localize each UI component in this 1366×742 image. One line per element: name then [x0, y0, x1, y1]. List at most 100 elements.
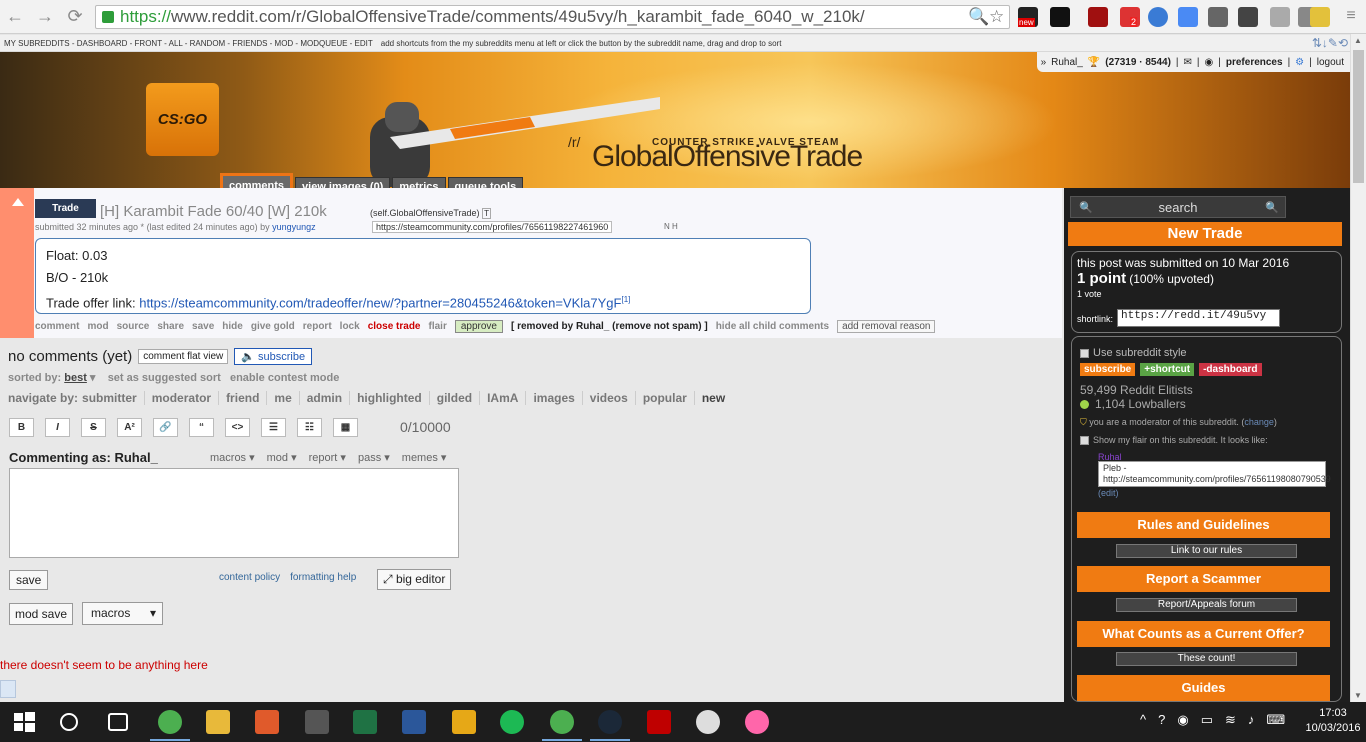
show-flair-checkbox[interactable] — [1080, 436, 1089, 446]
domain-text[interactable]: (self.GlobalOffensiveTrade) — [370, 208, 480, 218]
keyboard-icon[interactable]: ⌨ — [1266, 712, 1285, 728]
upvote-icon[interactable] — [12, 198, 24, 206]
nav-popular[interactable]: popular — [634, 391, 694, 405]
nav-friend[interactable]: friend — [218, 391, 266, 405]
give-gold-button[interactable]: give gold — [251, 321, 295, 332]
nav-me[interactable]: me — [266, 391, 298, 405]
subscribe-button[interactable]: subscribe — [1080, 363, 1136, 376]
nav-submitter[interactable]: submitter — [78, 391, 144, 405]
source-button[interactable]: source — [117, 321, 150, 332]
nav-videos[interactable]: videos — [581, 391, 635, 405]
formatting-help-link[interactable]: formatting help — [290, 572, 356, 583]
share-button[interactable]: share — [157, 321, 184, 332]
nav-highlighted[interactable]: highlighted — [349, 391, 429, 405]
pass-menu[interactable]: pass ▾ — [358, 451, 390, 464]
csgo-logo[interactable]: CS:GO — [146, 83, 219, 156]
calculator-icon[interactable] — [305, 710, 329, 734]
extension-yellow-icon[interactable] — [1310, 7, 1330, 27]
close-trade-button[interactable]: close trade — [368, 321, 421, 332]
forward-icon[interactable]: → — [34, 5, 56, 27]
chrome-icon[interactable] — [150, 710, 190, 741]
report-scammer-heading[interactable]: Report a Scammer — [1077, 566, 1330, 592]
use-style-row[interactable]: Use subreddit style — [1080, 347, 1187, 359]
word-icon[interactable] — [402, 710, 426, 734]
save-post-button[interactable]: save — [192, 321, 214, 332]
tab-queue-tools[interactable]: queue tools — [447, 177, 524, 188]
nav-gilded[interactable]: gilded — [428, 391, 479, 405]
numbered-list-button[interactable]: ☷ — [297, 418, 322, 437]
extension-glasses-icon[interactable] — [1050, 7, 1070, 27]
shortlink-field[interactable]: https://redd.it/49u5vy — [1117, 309, 1280, 327]
tab-comments[interactable]: comments — [220, 173, 294, 188]
mod-menu[interactable]: mod ▾ — [267, 451, 297, 464]
logout-link[interactable]: logout — [1317, 57, 1344, 68]
use-style-checkbox[interactable] — [1080, 348, 1089, 358]
change-link[interactable]: change — [1244, 417, 1274, 427]
ublock-icon[interactable] — [1088, 7, 1108, 27]
nav-iama[interactable]: IAmA — [479, 391, 525, 405]
expand-icon[interactable]: » — [1041, 57, 1047, 68]
comment-flat-view-button[interactable]: comment flat view — [138, 349, 229, 364]
approve-button[interactable]: approve — [454, 320, 503, 333]
italic-button[interactable]: I — [45, 418, 70, 437]
globe-icon[interactable] — [1148, 7, 1168, 27]
reload-icon[interactable]: ⟳ — [64, 5, 86, 27]
dashboard-button[interactable]: -dashboard — [1199, 363, 1262, 376]
macros-select[interactable]: macros ▾ — [82, 602, 163, 625]
shortcut-button[interactable]: +shortcut — [1140, 363, 1195, 376]
these-count-link[interactable]: These count! — [1116, 652, 1297, 666]
preferences-link[interactable]: preferences — [1226, 57, 1283, 68]
big-editor-button[interactable]: ⤢ big editor — [377, 569, 452, 590]
filezilla-icon[interactable] — [647, 710, 671, 734]
task-view-icon[interactable] — [108, 713, 128, 731]
subscribe-comments-button[interactable]: 🔈 subscribe — [234, 348, 313, 365]
menu-icon[interactable]: ≡ — [1340, 5, 1362, 27]
mod-save-button[interactable]: mod save — [9, 603, 74, 625]
mod-mail-icon[interactable]: ◉ — [1205, 57, 1214, 68]
set-suggested-sort-button[interactable]: set as suggested sort — [108, 372, 221, 384]
spotify-icon[interactable] — [500, 710, 524, 734]
new-trade-button[interactable]: New Trade — [1068, 222, 1342, 246]
extension-copy-icon[interactable] — [1270, 7, 1290, 27]
superscript-button[interactable]: A² — [117, 418, 142, 437]
help-icon[interactable]: ? — [1158, 712, 1165, 728]
srbar-tools[interactable]: ⇅↓✎⟲ — [1312, 36, 1348, 50]
bookmark-star-icon[interactable]: ☆ — [989, 7, 1004, 27]
bullet-list-button[interactable]: ☰ — [261, 418, 286, 437]
tag-icon[interactable]: T — [482, 208, 491, 219]
flair-button[interactable]: flair — [429, 321, 447, 332]
username-link[interactable]: Ruhal_ — [1051, 57, 1083, 68]
page-scrollbar[interactable]: ▲ ▼ — [1350, 34, 1366, 702]
nav-new[interactable]: new — [693, 391, 732, 405]
tag-buttons[interactable]: N H — [664, 222, 678, 231]
mod-button[interactable]: mod — [87, 321, 108, 332]
report-appeals-link[interactable]: Report/Appeals forum — [1116, 598, 1297, 612]
lock-button[interactable]: lock — [340, 321, 360, 332]
nav-images[interactable]: images — [525, 391, 581, 405]
play-icon[interactable] — [0, 680, 16, 698]
search-input[interactable]: 🔍 search 🔍 — [1070, 196, 1286, 218]
author-link[interactable]: yungyungz — [272, 222, 316, 232]
system-clock[interactable]: 17:03 10/03/2016 — [1300, 706, 1366, 736]
subreddit-shortcuts[interactable]: MY SUBREDDITS - DASHBOARD - FRONT - ALL … — [4, 39, 373, 48]
chrome-profile-icon[interactable] — [542, 710, 582, 741]
strike-button[interactable]: S — [81, 418, 106, 437]
macros-menu[interactable]: macros ▾ — [210, 451, 255, 464]
battery-icon[interactable]: ▭ — [1201, 712, 1213, 728]
nav-admin[interactable]: admin — [298, 391, 349, 405]
search-submit-icon[interactable]: 🔍 — [1265, 201, 1279, 214]
nav-moderator[interactable]: moderator — [143, 391, 218, 405]
mail-icon[interactable]: ✉ — [1184, 57, 1192, 68]
code-button[interactable]: <> — [225, 418, 250, 437]
contest-mode-button[interactable]: enable contest mode — [230, 372, 339, 384]
notes-app-icon[interactable] — [452, 710, 476, 734]
gear-icon[interactable]: ⚙ — [1295, 57, 1304, 68]
sort-dropdown[interactable]: best — [64, 372, 87, 384]
chrome-tray-icon[interactable]: ◉ — [1177, 712, 1188, 728]
footnote-link[interactable]: [1] — [621, 295, 630, 304]
tool-app-icon[interactable] — [696, 710, 720, 734]
volume-icon[interactable]: ♪ — [1248, 712, 1255, 728]
extension-chat-icon[interactable] — [1208, 7, 1228, 27]
cortana-icon[interactable] — [60, 713, 78, 731]
bold-button[interactable]: B — [9, 418, 34, 437]
